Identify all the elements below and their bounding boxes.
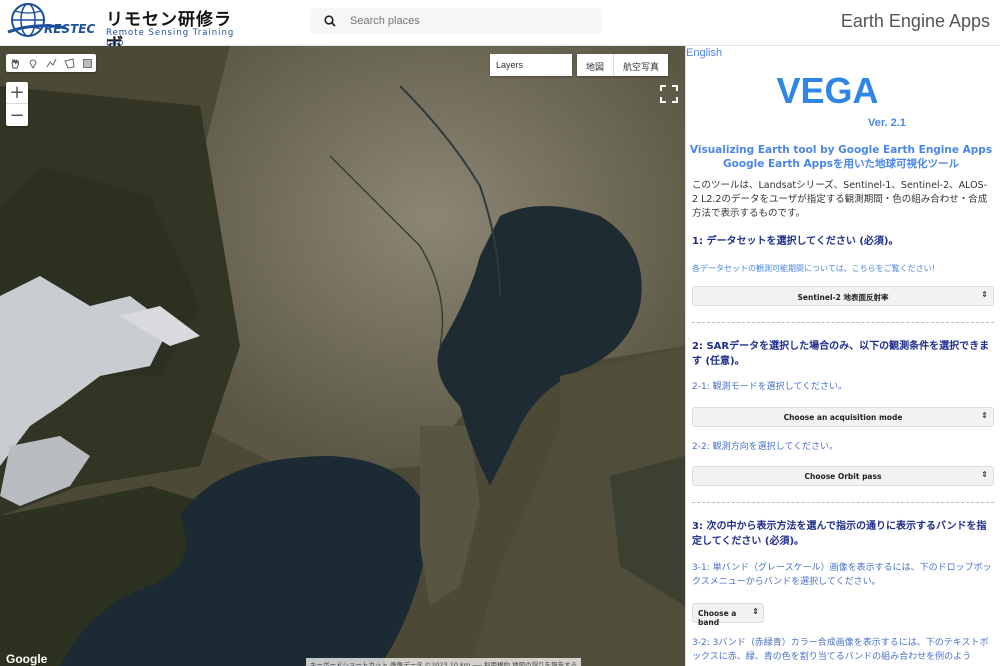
search-box[interactable] bbox=[310, 8, 602, 34]
step1-heading: 1: データセットを選択してください (必須)。 bbox=[692, 236, 899, 247]
search-input[interactable] bbox=[350, 15, 590, 27]
dataset-select[interactable]: Sentinel-2 地表面反射率 ⇕ bbox=[692, 286, 994, 306]
zoom-control: + − bbox=[6, 82, 28, 126]
step3-heading: 3: 次の中から表示方法を選んで指示の通りに表示するバンドを指定してください (… bbox=[692, 521, 987, 547]
section-divider bbox=[692, 502, 994, 503]
step3-1-label: 3-1: 単バンド（グレースケール）画像を表示するには、下のドロップボックスメニ… bbox=[692, 563, 992, 587]
observation-period-link[interactable]: 各データセットの観測可能期間については、こちらをご覧ください！ bbox=[692, 263, 940, 274]
subtitle-jp: Google Earth Appsを用いた地球可視化ツール bbox=[723, 158, 959, 170]
earth-engine-apps-title: Earth Engine Apps bbox=[840, 11, 990, 31]
polygon-draw-icon[interactable] bbox=[60, 54, 78, 72]
subtitle-en: Visualizing Earth tool by Google Earth E… bbox=[689, 144, 993, 156]
map-view[interactable]: + − Layers 地図 航空写真 Google キーボードショートカット 画… bbox=[0, 46, 685, 666]
satellite-imagery bbox=[0, 46, 685, 666]
zoom-in-button[interactable]: + bbox=[6, 82, 28, 104]
point-marker-icon[interactable] bbox=[24, 54, 42, 72]
select-arrows-icon: ⇕ bbox=[981, 411, 988, 420]
map-type-control: 地図 航空写真 bbox=[577, 54, 669, 76]
vega-control-panel: English VEGA Ver. 2.1 Visualizing Earth … bbox=[685, 46, 1000, 666]
map-type-satellite-button[interactable]: 航空写真 bbox=[614, 54, 668, 76]
layers-button[interactable]: Layers bbox=[490, 54, 572, 76]
app-name-title: VEGA bbox=[776, 70, 879, 111]
drawing-toolbar bbox=[6, 54, 96, 72]
section-divider bbox=[692, 322, 994, 323]
band-select[interactable]: Choose a band ⇕ bbox=[692, 603, 764, 627]
pan-hand-icon[interactable] bbox=[6, 54, 24, 72]
restec-wordmark: RESTEC bbox=[44, 22, 96, 36]
select-arrows-icon: ⇕ bbox=[981, 470, 988, 479]
select-arrows-icon: ⇕ bbox=[752, 607, 759, 616]
acquisition-mode-value: Choose an acquisition mode bbox=[783, 413, 903, 422]
band-select-value: Choose a band bbox=[698, 609, 737, 627]
orbit-pass-select[interactable]: Choose Orbit pass ⇕ bbox=[692, 466, 994, 486]
step2-2-label: 2-2: 観測方向を選択してください。 bbox=[692, 442, 839, 452]
logo-subtitle-en: Remote Sensing Training Lab bbox=[106, 28, 235, 48]
step3-2-label: 3-2: 3バンド（赤緑青）カラー合成画像を表示するには、下のテキストボックスに… bbox=[692, 638, 989, 662]
rectangle-draw-icon[interactable] bbox=[78, 54, 96, 72]
select-arrows-icon: ⇕ bbox=[981, 290, 988, 299]
fullscreen-icon[interactable] bbox=[657, 82, 681, 106]
acquisition-mode-select[interactable]: Choose an acquisition mode ⇕ bbox=[692, 407, 994, 427]
map-type-roadmap-button[interactable]: 地図 bbox=[577, 54, 615, 76]
app-header: RESTEC リモセン研修ラボ Remote Sensing Training … bbox=[0, 0, 1000, 55]
step2-1-label: 2-1: 観測モードを選択してください。 bbox=[692, 382, 848, 392]
app-subtitle: Visualizing Earth tool by Google Earth E… bbox=[686, 143, 996, 171]
map-attribution[interactable]: キーボードショートカット 画像データ ©2023 10 km ⎯⎯⎯ 利用規約 … bbox=[306, 658, 582, 666]
google-logo: Google bbox=[6, 652, 48, 666]
version-label: Ver. 2.1 bbox=[868, 117, 906, 129]
zoom-out-button[interactable]: − bbox=[6, 104, 28, 126]
dataset-select-value: Sentinel-2 地表面反射率 bbox=[797, 293, 889, 302]
orbit-pass-value: Choose Orbit pass bbox=[804, 472, 882, 481]
line-draw-icon[interactable] bbox=[42, 54, 60, 72]
english-language-link[interactable]: English bbox=[686, 47, 722, 59]
restec-logo[interactable]: RESTEC リモセン研修ラボ Remote Sensing Training … bbox=[6, 2, 246, 55]
step2-heading: 2: SARデータを選択した場合のみ、以下の観測条件を選択できます (任意)。 bbox=[692, 341, 990, 367]
tool-description: このツールは、Landsatシリーズ、Sentinel-1、Sentinel-2… bbox=[692, 180, 988, 219]
search-icon bbox=[310, 15, 350, 27]
